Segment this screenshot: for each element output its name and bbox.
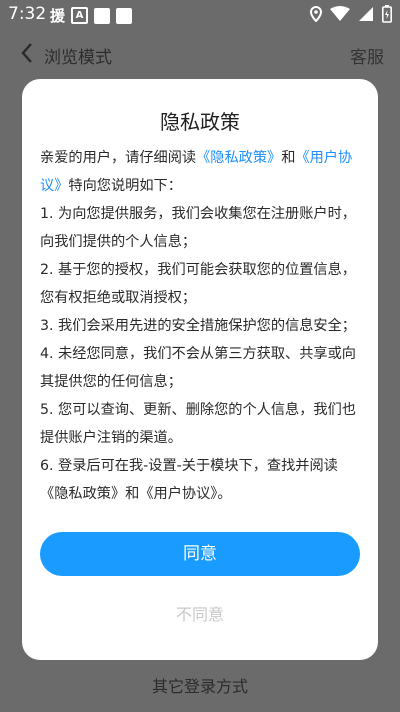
policy-item-3: 3. 我们会采用先进的安全措施保护您的信息安全； — [40, 318, 356, 334]
privacy-policy-link[interactable]: 《隐私政策》 — [196, 150, 281, 166]
dialog-intro: 亲爱的用户，请仔细阅读《隐私政策》和《用户协议》特向您说明如下： — [40, 144, 362, 200]
policy-item-2: 2. 基于您的授权，我们可能会获取您的位置信息，您有权拒绝或取消授权； — [40, 262, 356, 306]
app-bar: 浏览模式 客服 — [0, 36, 400, 72]
dialog-body: 亲爱的用户，请仔细阅读《隐私政策》和《用户协议》特向您说明如下： 1. 为向您提… — [40, 144, 362, 508]
other-login-methods-link[interactable]: 其它登录方式 — [0, 673, 400, 697]
policy-item-6: 6. 登录后可在我-设置-关于模块下，查找并阅读《隐私政策》和《用户协议》。 — [40, 458, 338, 502]
page-title: 浏览模式 — [44, 48, 112, 68]
location-icon — [310, 6, 322, 22]
intro-and: 和 — [281, 150, 296, 166]
customer-service-link[interactable]: 客服 — [350, 43, 384, 68]
privacy-dialog: 隐私政策 亲爱的用户，请仔细阅读《隐私政策》和《用户协议》特向您说明如下： 1.… — [22, 79, 378, 660]
disagree-button[interactable]: 不同意 — [40, 600, 360, 630]
battery-icon — [382, 5, 392, 23]
dialog-title: 隐私政策 — [160, 110, 240, 134]
signal-icon — [359, 7, 373, 21]
a-notification-label: A — [75, 10, 84, 21]
status-bar: 7:32 援 A — [0, 0, 400, 28]
intro-prefix: 亲爱的用户，请仔细阅读 — [40, 150, 197, 166]
policy-item-4: 4. 未经您同意，我们不会从第三方获取、共享或向其提供您的任何信息； — [40, 346, 356, 390]
policy-item-1: 1. 为向您提供服务，我们会收集您在注册账户时，向我们提供的个人信息； — [40, 206, 356, 250]
square-notification-icon-2 — [116, 7, 133, 24]
square-notification-icon — [94, 7, 111, 24]
agree-button[interactable]: 同意 — [40, 532, 360, 576]
policy-item-5: 5. 您可以查询、更新、删除您的个人信息，我们也提供账户注销的渠道。 — [40, 402, 356, 446]
wifi-icon — [330, 6, 350, 21]
status-time: 7:32 — [8, 4, 47, 24]
chevron-left-icon[interactable] — [20, 42, 34, 64]
status-right-icons — [310, 5, 392, 23]
a-notification-icon: A — [71, 7, 89, 24]
app-notification-icon: 援 — [50, 7, 66, 25]
status-left-icons: 援 A — [50, 5, 133, 26]
intro-suffix: 特向您说明如下： — [68, 178, 182, 194]
